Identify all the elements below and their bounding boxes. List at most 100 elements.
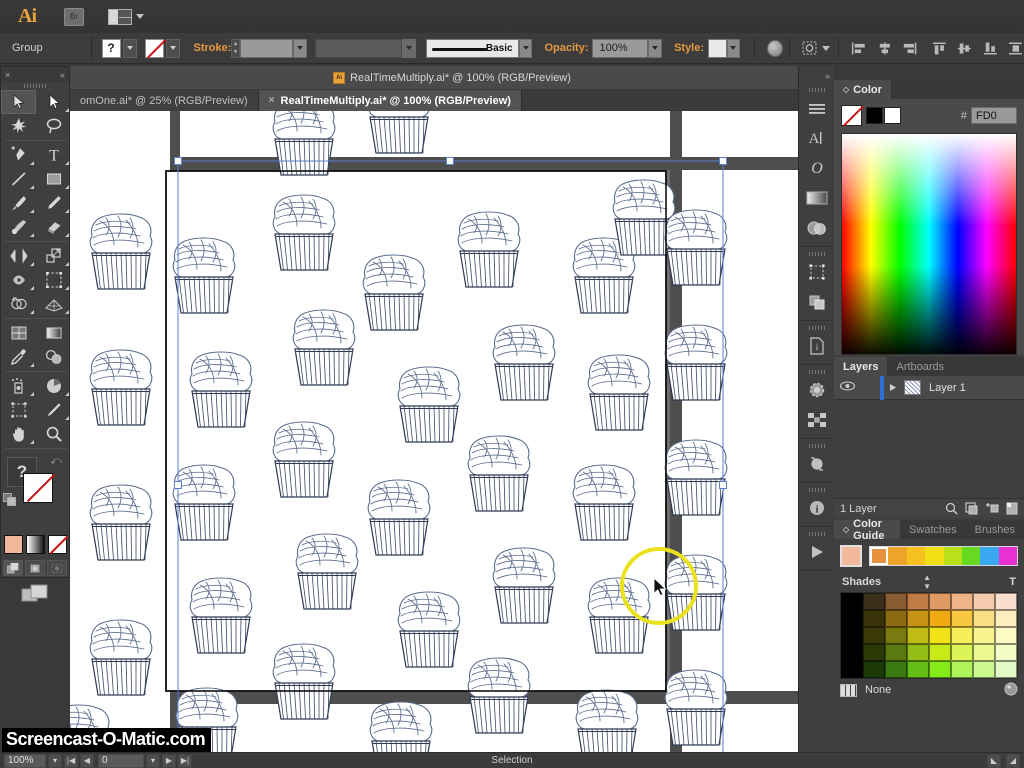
canvas-area[interactable] (70, 111, 834, 768)
document-info-panel-icon[interactable]: i (799, 331, 834, 361)
type-tool[interactable]: T (36, 143, 71, 167)
dock-grip[interactable] (799, 86, 834, 93)
transparency-icon[interactable] (767, 39, 784, 57)
harmony-swatch[interactable] (980, 547, 999, 565)
shape-builder-tool[interactable] (1, 292, 36, 316)
tab-layers[interactable]: Layers (834, 357, 888, 376)
variation-dropdown-icon[interactable]: ▲ ▼ (923, 573, 931, 591)
arrange-documents-button[interactable] (108, 8, 144, 25)
screen-mode-button[interactable] (1, 584, 69, 604)
default-fill-stroke-icon[interactable] (3, 493, 17, 507)
direct-selection-tool[interactable] (36, 90, 71, 114)
stroke-profile-field[interactable]: Basic (426, 38, 519, 58)
dock-grip[interactable] (799, 250, 834, 257)
fill-dropdown[interactable] (122, 38, 137, 58)
variation-swatch[interactable] (885, 627, 907, 644)
variation-swatch[interactable] (907, 593, 929, 610)
graphic-styles-panel-icon[interactable] (799, 405, 834, 435)
variation-swatch[interactable] (841, 627, 863, 644)
variation-swatch[interactable] (951, 644, 973, 661)
variation-swatch[interactable] (973, 627, 995, 644)
black-swatch[interactable] (866, 107, 883, 124)
draw-normal-button[interactable] (3, 560, 23, 576)
select-similar-button[interactable] (802, 41, 831, 56)
panel-menu-icon[interactable] (799, 93, 834, 123)
harmony-color-strip[interactable] (869, 546, 1018, 566)
locate-object-icon[interactable] (945, 502, 958, 515)
variation-swatch[interactable] (951, 610, 973, 627)
collapse-icon[interactable]: « (60, 70, 65, 80)
base-color-swatch[interactable] (840, 545, 862, 567)
stroke-style-dropdown[interactable] (402, 38, 417, 58)
close-icon[interactable]: × (269, 95, 275, 106)
new-layer-icon[interactable] (1006, 502, 1018, 515)
selection-tool[interactable] (1, 90, 36, 114)
color-fill-swatch[interactable] (841, 105, 862, 126)
edit-colors-icon[interactable] (1004, 682, 1018, 699)
variation-swatch[interactable] (951, 627, 973, 644)
artboard-tool[interactable] (1, 398, 36, 422)
variation-swatch[interactable] (929, 644, 951, 661)
toolbox-stroke-swatch[interactable] (23, 473, 53, 503)
blend-tool[interactable] (36, 345, 71, 369)
gradient-tool[interactable] (36, 321, 71, 345)
harmony-swatch[interactable] (961, 547, 981, 565)
variation-swatch[interactable] (995, 661, 1017, 678)
opacity-field[interactable]: 100% (592, 38, 649, 58)
lasso-tool[interactable] (36, 114, 71, 138)
align-top-icon[interactable] (932, 41, 948, 56)
slice-tool[interactable] (36, 398, 71, 422)
stroke-weight-dropdown[interactable] (292, 38, 307, 58)
character-panel-icon[interactable]: A (799, 123, 834, 153)
appearance-panel-icon[interactable] (799, 375, 834, 405)
none-button[interactable] (47, 535, 67, 554)
hex-input[interactable]: FD0 (971, 107, 1017, 124)
bridge-button[interactable]: Br (64, 7, 84, 26)
dock-grip[interactable] (799, 324, 834, 331)
stroke-dropdown[interactable] (165, 38, 180, 58)
variation-swatch[interactable] (885, 593, 907, 610)
pathfinder-panel-icon[interactable] (799, 287, 834, 317)
variation-swatch[interactable] (907, 610, 929, 627)
layer-row[interactable]: Layer 1 (834, 375, 1024, 400)
new-sublayer-icon[interactable] (985, 502, 999, 515)
eyedropper-tool[interactable] (1, 345, 36, 369)
expand-layer-icon[interactable] (884, 383, 902, 392)
tab-artboards[interactable]: Artboards (887, 357, 954, 376)
harmony-swatch[interactable] (943, 547, 962, 565)
line-segment-tool[interactable] (1, 167, 36, 191)
transparency-panel-icon[interactable] (799, 213, 834, 243)
symbols-panel-icon[interactable] (799, 449, 834, 479)
rotate-tool[interactable] (1, 244, 36, 268)
harmony-swatch[interactable] (925, 547, 944, 565)
info-panel-icon[interactable]: i (799, 493, 834, 523)
stroke-style-field[interactable] (314, 38, 403, 58)
stroke-profile-dropdown[interactable] (518, 38, 533, 58)
visibility-eye-icon[interactable] (834, 381, 860, 394)
tab-swatches[interactable]: Swatches (899, 520, 966, 539)
variation-swatch[interactable] (973, 610, 995, 627)
variation-swatch[interactable] (995, 627, 1017, 644)
variation-swatch[interactable] (841, 661, 863, 678)
align-middle-v-icon[interactable] (957, 41, 973, 56)
variation-swatch[interactable] (885, 661, 907, 678)
harmony-swatch[interactable] (998, 547, 1017, 565)
close-icon[interactable]: × (5, 70, 10, 80)
column-graph-tool[interactable] (36, 374, 71, 398)
variation-swatch[interactable] (841, 610, 863, 627)
variation-swatch[interactable] (841, 644, 863, 661)
align-center-h-icon[interactable] (877, 41, 893, 56)
white-swatch[interactable] (884, 107, 901, 124)
dock-grip[interactable] (799, 442, 834, 449)
variation-swatch[interactable] (995, 593, 1017, 610)
variation-swatch[interactable] (929, 593, 951, 610)
align-left-icon[interactable] (851, 41, 867, 56)
gradient-button[interactable] (25, 535, 45, 554)
tab-color-guide[interactable]: ◇ Color Guide (834, 518, 900, 542)
variation-swatch[interactable] (973, 661, 995, 678)
dock-grip[interactable] (799, 368, 834, 375)
harmony-swatch[interactable] (906, 547, 926, 565)
expand-panels-icon[interactable]: » (825, 71, 830, 81)
artwork-canvas[interactable] (70, 111, 834, 768)
width-tool[interactable] (1, 268, 36, 292)
